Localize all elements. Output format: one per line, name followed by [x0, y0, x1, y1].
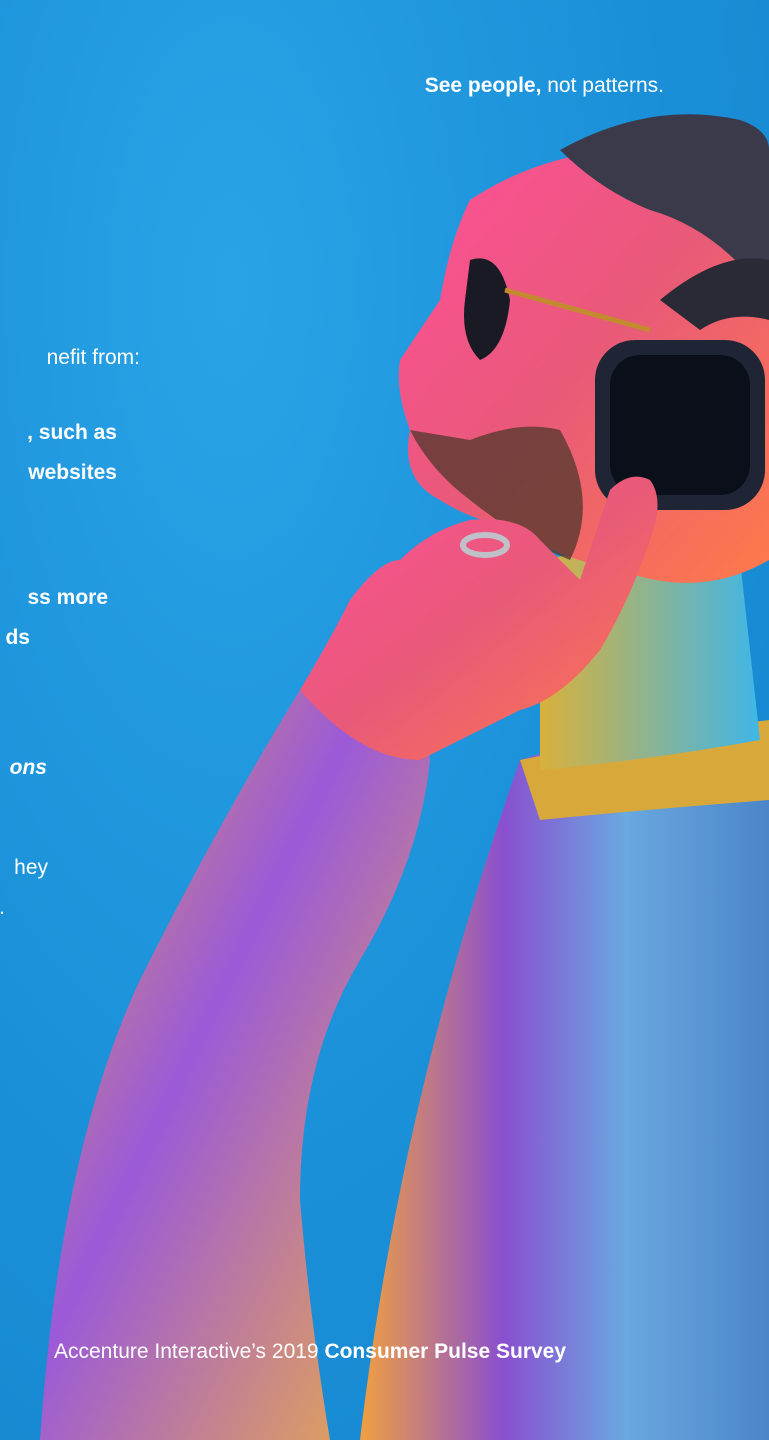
text-line-5: ds	[5, 626, 30, 649]
text-line-2: , such as	[27, 421, 117, 444]
footer-prefix: Accenture Interactive’s 2019	[54, 1340, 325, 1363]
footer-credit: Accenture Interactive’s 2019 Consumer Pu…	[54, 1340, 566, 1364]
man-with-headphones-photo	[40, 114, 769, 1440]
footer-survey-name: Consumer Pulse Survey	[324, 1340, 567, 1363]
text-line-1: nefit from:	[46, 346, 140, 369]
text-line-8: .	[0, 895, 5, 921]
text-line-7: hey	[14, 856, 48, 879]
text-line-4: ss more	[27, 586, 108, 609]
tagline: See people, not patterns.	[425, 74, 664, 98]
tagline-rest: not patterns.	[541, 74, 664, 97]
text-line-3: websites	[28, 461, 117, 484]
text-line-6: ons	[9, 756, 47, 779]
tagline-bold: See people,	[424, 74, 542, 97]
page-background: See people, not patterns. nefit from: , …	[0, 0, 769, 1440]
